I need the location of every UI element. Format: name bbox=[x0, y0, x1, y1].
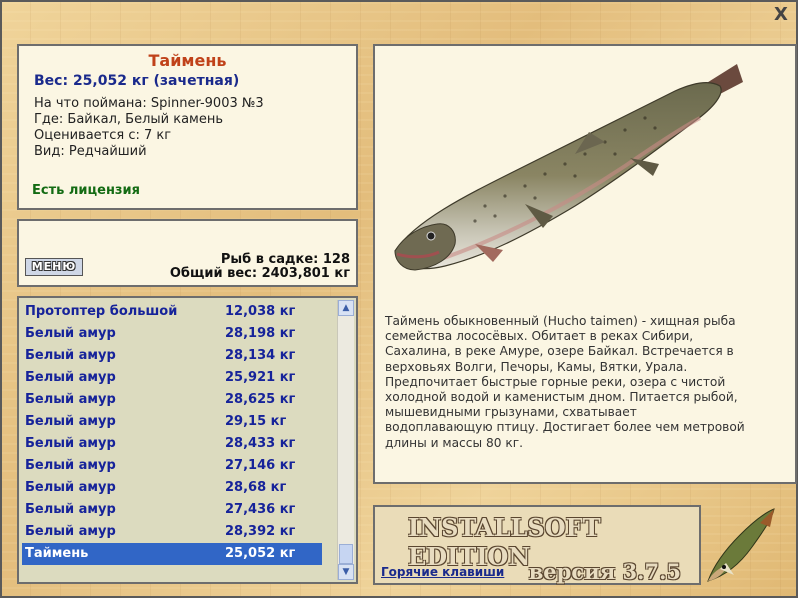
catch-weight: 28,625 кг bbox=[225, 392, 296, 407]
catch-name: Белый амур bbox=[25, 436, 116, 451]
version-label: версия 3.7.5 bbox=[528, 559, 681, 584]
license-status: Есть лицензия bbox=[32, 183, 140, 198]
fish-info-panel: Таймень Вес: 25,052 кг (зачетная) На что… bbox=[17, 44, 358, 210]
list-item[interactable]: Белый амур 28,625 кг bbox=[22, 389, 322, 411]
fish-picture-panel: Таймень обыкновенный (Hucho taimen) - хи… bbox=[373, 44, 797, 484]
catch-name: Белый амур bbox=[25, 370, 116, 385]
total-weight: Общий вес: 2403,801 кг bbox=[169, 266, 350, 281]
catch-weight: 25,921 кг bbox=[225, 370, 296, 385]
catch-weight: 25,052 кг bbox=[225, 546, 296, 561]
catch-weight: 12,038 кг bbox=[225, 304, 296, 319]
catch-name: Белый амур bbox=[25, 458, 116, 473]
version-panel: INSTALLSOFT EDITION Горячие клавиши верс… bbox=[373, 505, 701, 585]
location: Где: Байкал, Белый камень bbox=[34, 112, 224, 127]
catch-weight: 27,436 кг bbox=[225, 502, 296, 517]
hotkeys-link[interactable]: Горячие клавиши bbox=[381, 565, 504, 579]
catch-weight: 28,134 кг bbox=[225, 348, 296, 363]
catch-weight: 28,68 кг bbox=[225, 480, 287, 495]
species-kind: Вид: Редчайший bbox=[34, 144, 147, 159]
catch-weight: 28,392 кг bbox=[225, 524, 296, 539]
list-item[interactable]: Белый амур 28,134 кг bbox=[22, 345, 322, 367]
catch-weight: 29,15 кг bbox=[225, 414, 287, 429]
list-item[interactable]: Таймень 25,052 кг bbox=[22, 543, 322, 565]
catch-name: Белый амур bbox=[25, 348, 116, 363]
catch-list[interactable]: Протоптер большой 12,038 кг Белый амур 28,1… bbox=[17, 296, 358, 584]
catch-name: Белый амур bbox=[25, 392, 116, 407]
scroll-thumb[interactable] bbox=[339, 544, 353, 564]
scroll-down-icon[interactable]: ▼ bbox=[338, 564, 354, 580]
catch-weight: 28,433 кг bbox=[225, 436, 296, 451]
pike-logo-icon bbox=[707, 508, 775, 582]
catch-weight: 27,146 кг bbox=[225, 458, 296, 473]
list-item[interactable]: Протоптер большой 12,038 кг bbox=[22, 301, 322, 323]
list-item[interactable]: Белый амур 29,15 кг bbox=[22, 411, 322, 433]
catch-name: Таймень bbox=[25, 546, 89, 561]
caught-on: На что поймана: Spinner-9003 №3 bbox=[34, 96, 264, 111]
fish-weight: Вес: 25,052 кг (зачетная) bbox=[34, 73, 240, 89]
catch-name: Белый амур bbox=[25, 326, 116, 341]
close-icon[interactable]: X bbox=[772, 6, 790, 24]
list-item[interactable]: Белый амур 27,146 кг bbox=[22, 455, 322, 477]
catch-name: Белый амур bbox=[25, 502, 116, 517]
catch-name: Протоптер большой bbox=[25, 304, 178, 319]
catch-name: Белый амур bbox=[25, 414, 116, 429]
catch-name: Белый амур bbox=[25, 524, 116, 539]
list-item[interactable]: Белый амур 28,198 кг bbox=[22, 323, 322, 345]
catch-weight: 28,198 кг bbox=[225, 326, 296, 341]
fish-count: Рыб в садке: 128 bbox=[220, 252, 350, 267]
list-item[interactable]: Белый амур 28,433 кг bbox=[22, 433, 322, 455]
summary-panel: МЕНЮ Рыб в садке: 128 Общий вес: 2403,80… bbox=[17, 219, 358, 287]
list-item[interactable]: Белый амур 28,68 кг bbox=[22, 477, 322, 499]
list-item[interactable]: Белый амур 25,921 кг bbox=[22, 367, 322, 389]
catch-name: Белый амур bbox=[25, 480, 116, 495]
fish-title: Таймень bbox=[148, 51, 227, 70]
taimen-fish-image bbox=[394, 64, 743, 271]
scroll-up-icon[interactable]: ▲ bbox=[338, 300, 354, 316]
fish-description: Таймень обыкновенный (Hucho taimen) - хи… bbox=[385, 314, 745, 450]
menu-button[interactable]: МЕНЮ bbox=[25, 258, 83, 276]
list-scrollbar[interactable]: ▲ ▼ bbox=[337, 300, 354, 580]
list-item[interactable]: Белый амур 27,436 кг bbox=[22, 499, 322, 521]
list-item[interactable]: Белый амур 28,392 кг bbox=[22, 521, 322, 543]
rated-from: Оценивается с: 7 кг bbox=[34, 128, 172, 143]
